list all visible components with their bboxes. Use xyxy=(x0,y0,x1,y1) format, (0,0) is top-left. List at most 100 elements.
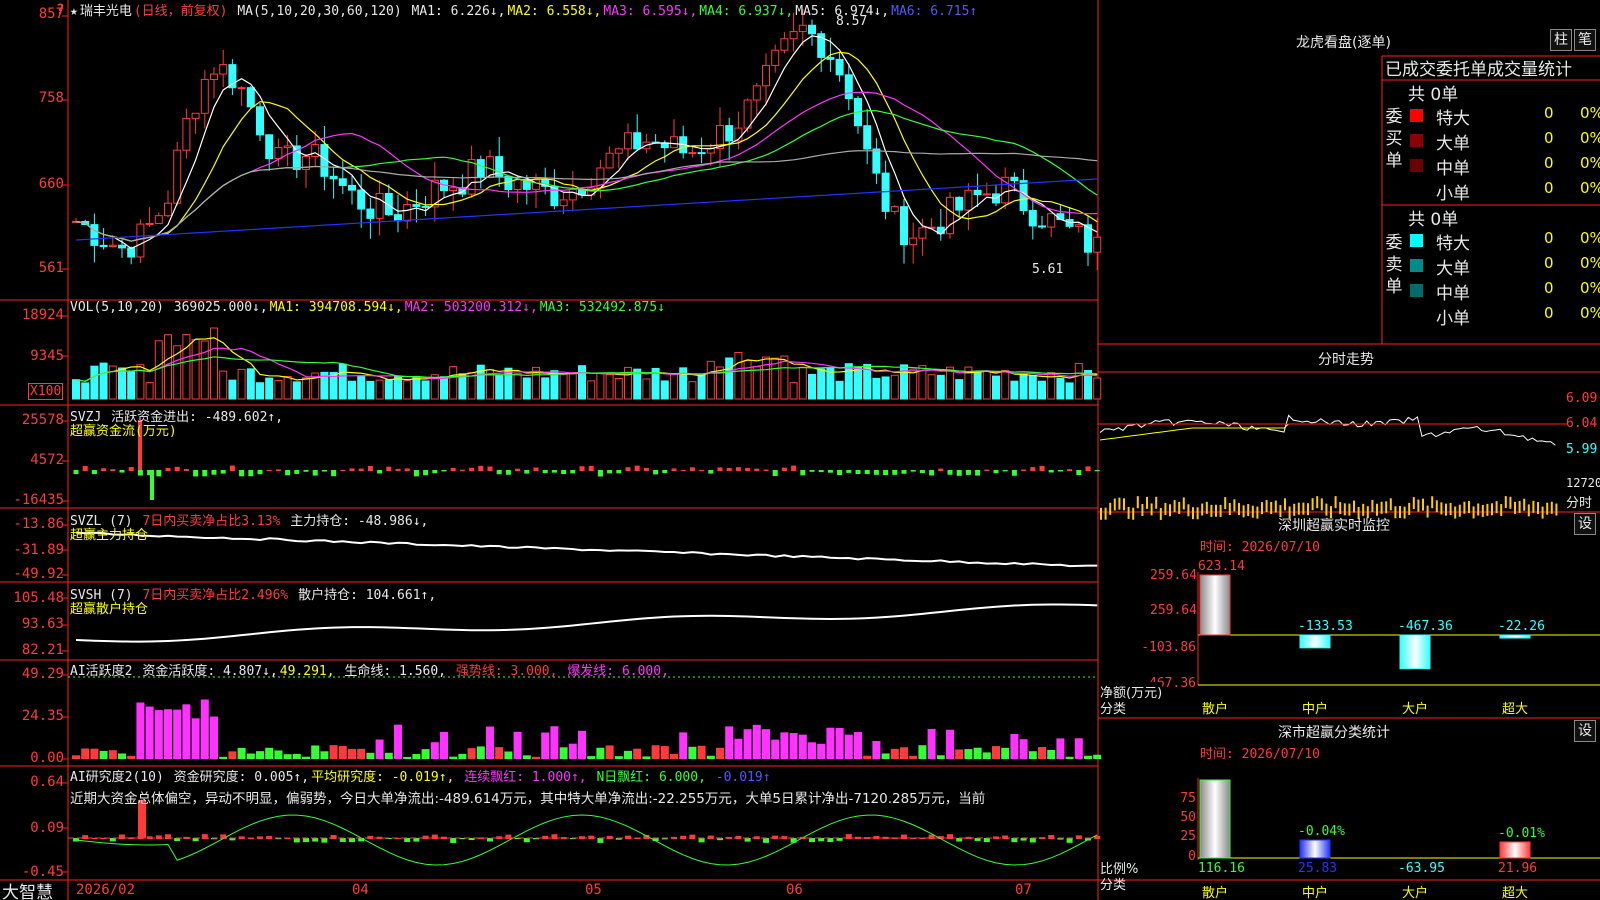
svzj-bar xyxy=(892,470,898,475)
candle-body xyxy=(605,152,614,169)
candle-body xyxy=(1028,210,1037,227)
svzj-bar xyxy=(331,470,337,477)
ai-activity-bar xyxy=(495,747,504,759)
candle-body xyxy=(1038,225,1046,228)
candle-body xyxy=(348,184,356,191)
ai-activity-bar xyxy=(1074,738,1083,759)
bar-view-button[interactable]: 柱 xyxy=(1550,29,1572,51)
fenshi-tab[interactable]: 分时 xyxy=(1566,492,1592,511)
svsh-value: 散户持仓: 104.661↑, xyxy=(298,588,437,603)
svzj-bar xyxy=(459,469,465,471)
fenshi-volume-bar xyxy=(1435,500,1438,513)
buy-row-3: 小单 0 0% xyxy=(1410,179,1600,204)
tick-view-button[interactable]: 笔 xyxy=(1574,29,1596,51)
longhu-tabs[interactable]: 已成交委托单成交量统计 xyxy=(1385,55,1600,80)
fenshi-volume-bar xyxy=(1477,503,1480,516)
fenshi-volume-bar xyxy=(1155,496,1158,509)
svzj-bar xyxy=(496,470,502,475)
ar-bar xyxy=(809,838,815,843)
fenshi-volume-bar xyxy=(1417,499,1420,512)
svzl-axis-label: -49.92 xyxy=(13,566,64,582)
svzl-ratio: 7日内买卖净占比3.13% xyxy=(142,514,281,529)
fenshi-volume-bar xyxy=(1311,498,1314,511)
stock-chart-canvas[interactable] xyxy=(0,0,1600,900)
volume-bar xyxy=(72,379,80,400)
sz-class-top-value: -0.04% xyxy=(1298,824,1345,839)
volume-bar xyxy=(670,373,678,400)
ai-activity-bar xyxy=(660,746,669,759)
volume-bar xyxy=(909,368,918,400)
date-label: 2026/02 xyxy=(76,882,136,898)
ai-activity-bar xyxy=(826,727,835,759)
volume-bar xyxy=(982,370,991,400)
chart-mode[interactable]: (日线，前复权) xyxy=(134,4,228,19)
volume-bar xyxy=(1019,373,1028,400)
svzj-bar xyxy=(1076,470,1082,476)
candle-body xyxy=(283,145,292,149)
ai-activity-bar xyxy=(780,732,789,759)
fenshi-volume-bar xyxy=(1256,506,1259,519)
fenshi-title: 分时走势 xyxy=(1318,352,1374,368)
svzj-bar xyxy=(616,470,622,474)
ar-bar xyxy=(293,838,300,843)
candle-body xyxy=(182,117,191,151)
ar-avg-value: 平均研究度: -0.019↑, xyxy=(311,770,455,785)
row-pct: 0% xyxy=(1580,129,1600,147)
fenshi-volume-bar xyxy=(1127,506,1130,519)
candle-body xyxy=(191,112,200,119)
volume-bar xyxy=(817,368,826,400)
ai-activity-bar xyxy=(624,750,632,759)
fenshi-volume-bar xyxy=(1518,500,1521,513)
volume-bar xyxy=(1010,380,1019,400)
svzl-value: 主力持仓: -48.986↓, xyxy=(290,514,429,529)
vol-unit-badge[interactable]: X100 xyxy=(28,383,64,400)
ar-name: AI研究度2(10) xyxy=(70,770,164,785)
ar-analysis-text: 近期大资金总体偏空，异动不明显，偏弱势，今日大单净流出:-489.614万元，其… xyxy=(70,791,986,807)
ma4-line xyxy=(75,110,1098,242)
ar-bar xyxy=(349,838,355,843)
fenshi-volume-bar xyxy=(1320,498,1323,511)
candle-body xyxy=(872,148,881,174)
svzj-bar xyxy=(818,470,824,473)
fenshi-volume-bar xyxy=(1219,504,1222,517)
fenshi-volume-bar xyxy=(1458,504,1461,517)
svzj-bar xyxy=(1021,469,1027,471)
volume-bar xyxy=(421,380,430,400)
svzj-bar xyxy=(340,469,346,471)
fenshi-axis-label: 6.09 xyxy=(1566,391,1598,406)
fenshi-volume-bar xyxy=(1210,504,1213,517)
svzj-bar xyxy=(229,465,235,471)
ai-activity-bar xyxy=(182,704,191,759)
svzj-bar xyxy=(772,470,778,477)
svsh-line xyxy=(75,603,1098,643)
star-icon[interactable]: ★ xyxy=(70,4,78,19)
sz-class-settings-button[interactable]: 设 xyxy=(1574,720,1596,742)
fenshi-volume-bar xyxy=(1426,505,1429,518)
ai-activity-bar xyxy=(835,727,844,759)
svzj-axis-label: 4572 xyxy=(30,452,64,468)
ai-activity-bar xyxy=(274,750,283,759)
ai-axis-label: 24.35 xyxy=(21,708,64,724)
fenshi-volume-bar xyxy=(1412,497,1415,510)
sz-monitor-settings-button[interactable]: 设 xyxy=(1574,513,1596,535)
ai-activity-bar xyxy=(936,755,945,759)
candle-body xyxy=(118,244,126,249)
volume-bar xyxy=(348,380,356,400)
fenshi-volume-bar xyxy=(1495,501,1498,514)
volume-bar xyxy=(127,371,136,400)
sz-class-axis: 0 xyxy=(1188,849,1196,864)
svzj-bar xyxy=(275,469,281,471)
ai-activity-bar xyxy=(854,732,862,759)
vol-ma1-line xyxy=(75,337,1098,382)
candle-body xyxy=(256,106,264,136)
volume-bar xyxy=(219,370,228,400)
volume-bar xyxy=(440,376,448,400)
date-label: 06 xyxy=(786,882,803,898)
volume-bar xyxy=(541,377,550,400)
ma4-value: MA4: 6.937↓, xyxy=(699,4,794,19)
help-icon[interactable]: ? xyxy=(56,2,64,18)
row-name: 特大 xyxy=(1436,109,1470,129)
ai-activity-bar xyxy=(219,756,228,759)
fenshi-volume-bar xyxy=(1514,501,1516,514)
row-pct: 0% xyxy=(1580,154,1600,172)
